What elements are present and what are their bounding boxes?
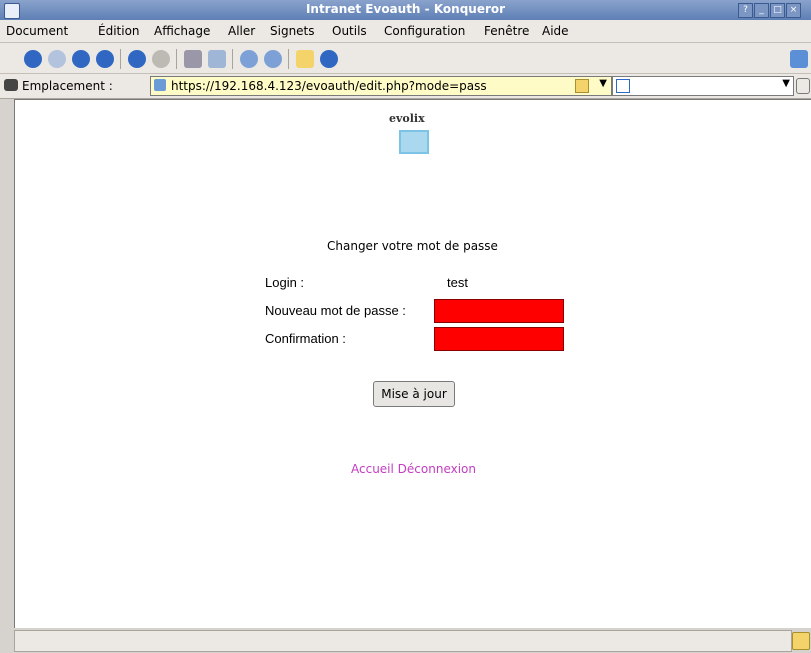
menu-signets[interactable]: Signets (270, 24, 315, 38)
status-bar (14, 630, 792, 652)
location-bar: Emplacement : https://192.168.4.123/evoa… (0, 74, 811, 99)
zoom-out-icon[interactable] (264, 50, 282, 68)
toolbar-separator (120, 49, 121, 69)
update-button[interactable]: Mise à jour (373, 381, 455, 407)
new-password-input[interactable] (434, 299, 564, 323)
toolbar-separator (288, 49, 289, 69)
menu-document[interactable]: Document (6, 24, 68, 38)
page-heading: Changer votre mot de passe (327, 239, 498, 253)
url-input[interactable]: https://192.168.4.123/evoauth/edit.php?m… (150, 76, 612, 96)
minimize-button[interactable]: _ (754, 3, 769, 18)
login-value: test (447, 275, 468, 290)
forward-icon[interactable] (48, 50, 66, 68)
window-title: Intranet Evoauth - Konqueror (305, 2, 506, 16)
go-icon[interactable] (796, 78, 810, 94)
menu-bar: Document Édition Affichage Aller Signets… (0, 20, 811, 43)
menu-configuration[interactable]: Configuration (384, 24, 465, 38)
title-bar: Intranet Evoauth - Konqueror ? _ □ × (0, 0, 811, 20)
clear-location-icon[interactable] (4, 79, 18, 91)
menu-aide[interactable]: Aide (542, 24, 569, 38)
page-content: evolix Changer votre mot de passe Login … (14, 99, 811, 628)
menu-aller[interactable]: Aller (228, 24, 255, 38)
search-engine-icon[interactable] (616, 79, 630, 93)
zoom-in-icon[interactable] (240, 50, 258, 68)
ssl-lock-icon[interactable] (575, 79, 589, 93)
security-status-icon[interactable] (792, 632, 810, 650)
confirmation-label: Confirmation : (265, 331, 346, 346)
logo-text: evolix (389, 112, 425, 125)
location-label: Emplacement : (22, 79, 113, 93)
footer-links[interactable]: Accueil Déconnexion (351, 462, 476, 476)
new-password-label: Nouveau mot de passe : (265, 303, 406, 318)
url-dropdown-icon[interactable]: ▼ (599, 78, 607, 89)
evolix-logo-icon (399, 130, 429, 154)
toolbar-separator (232, 49, 233, 69)
toolbar-separator (176, 49, 177, 69)
toolbar (0, 43, 811, 74)
help-button[interactable]: ? (738, 3, 753, 18)
login-label: Login : (265, 275, 305, 290)
search-dropdown-icon[interactable]: ▼ (782, 78, 790, 89)
menu-affichage[interactable]: Affichage (154, 24, 210, 38)
home-icon[interactable] (96, 50, 114, 68)
page-favicon-icon (154, 79, 166, 91)
back-icon[interactable] (24, 50, 42, 68)
search-input[interactable]: ▼ (612, 76, 794, 96)
reload-icon[interactable] (128, 50, 146, 68)
url-text: https://192.168.4.123/evoauth/edit.php?m… (171, 79, 487, 93)
menu-fenetre[interactable]: Fenêtre (484, 24, 529, 38)
up-icon[interactable] (72, 50, 90, 68)
menu-edition[interactable]: Édition (98, 24, 140, 38)
confirmation-input[interactable] (434, 327, 564, 351)
security-lock-icon[interactable] (296, 50, 314, 68)
konqueror-activity-icon (790, 50, 808, 68)
maximize-button[interactable]: □ (770, 3, 785, 18)
stop-icon[interactable] (152, 50, 170, 68)
print-icon[interactable] (184, 50, 202, 68)
menu-outils[interactable]: Outils (332, 24, 367, 38)
find-icon[interactable] (208, 50, 226, 68)
close-button[interactable]: × (786, 3, 801, 18)
download-icon[interactable] (320, 50, 338, 68)
